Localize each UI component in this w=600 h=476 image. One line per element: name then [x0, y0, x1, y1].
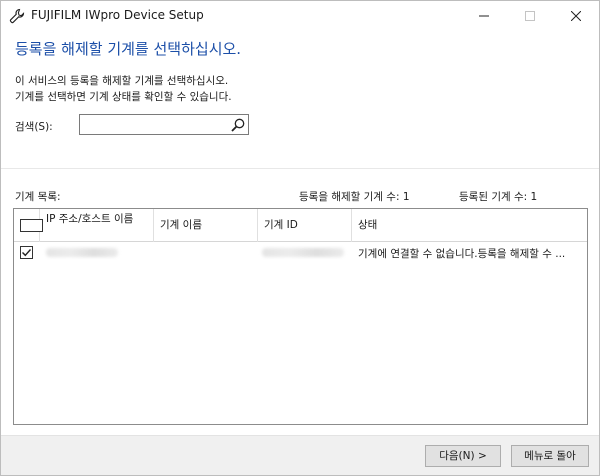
search-label: 검색(S): — [15, 121, 53, 133]
column-status-label: 상태 — [358, 219, 378, 231]
divider — [1, 168, 599, 169]
row-name-cell — [154, 242, 258, 262]
row-checkbox[interactable] — [20, 246, 33, 259]
column-ip-label: IP 주소/호스트 이름 — [46, 213, 134, 225]
page-description: 이 서비스의 등록을 해제할 기계를 선택하십시오. 기계를 선택하면 기계 상… — [15, 73, 232, 105]
machine-table[interactable]: IP 주소/호스트 이름 기계 이름 기계 ID 상태 기계에 연결할 수 없습… — [13, 208, 588, 425]
next-button[interactable]: 다음(N) > — [425, 445, 501, 467]
column-header-ip[interactable]: IP 주소/호스트 이름 — [40, 209, 154, 242]
wrench-icon — [9, 8, 25, 24]
description-line-1: 이 서비스의 등록을 해제할 기계를 선택하십시오. — [15, 75, 229, 87]
title-bar[interactable]: FUJIFILM IWpro Device Setup — [1, 1, 599, 31]
maximize-button[interactable] — [507, 1, 553, 31]
column-name-label: 기계 이름 — [160, 219, 202, 231]
maximize-icon — [525, 11, 535, 21]
checkmark-icon — [22, 249, 32, 257]
close-button[interactable] — [553, 1, 599, 31]
column-header-name[interactable]: 기계 이름 — [154, 209, 258, 242]
search-input[interactable] — [82, 116, 226, 133]
row-status-cell: 기계에 연결할 수 없습니다.등록을 해제할 수 ... — [352, 242, 581, 262]
search-field[interactable] — [79, 114, 249, 135]
column-id-label: 기계 ID — [264, 219, 298, 231]
footer-bar: 다음(N) > 메뉴로 돌아 — [1, 435, 599, 475]
window-title: FUJIFILM IWpro Device Setup — [31, 8, 204, 22]
remove-count-label: 등록을 해제할 기계 수: 1 — [299, 191, 410, 203]
header-select-all[interactable] — [14, 209, 43, 242]
redacted-id — [262, 248, 344, 257]
search-icon[interactable] — [230, 117, 246, 133]
minimize-icon — [479, 15, 489, 17]
back-to-menu-button[interactable]: 메뉴로 돌아 — [511, 445, 589, 467]
page-heading: 등록을 해제할 기계를 선택하십시오. — [15, 40, 242, 58]
description-line-2: 기계를 선택하면 기계 상태를 확인할 수 있습니다. — [15, 91, 232, 103]
column-header-status[interactable]: 상태 — [352, 209, 587, 242]
row-id-cell — [258, 242, 352, 262]
setup-window: FUJIFILM IWpro Device Setup 등록을 해제할 기계를 … — [0, 0, 600, 476]
registered-count-label: 등록된 기계 수: 1 — [459, 191, 538, 203]
table-row[interactable]: 기계에 연결할 수 없습니다.등록을 해제할 수 ... — [14, 242, 587, 262]
row-ip-cell — [40, 242, 154, 262]
table-header: IP 주소/호스트 이름 기계 이름 기계 ID 상태 — [14, 209, 587, 242]
row-status-value: 기계에 연결할 수 없습니다.등록을 해제할 수 ... — [358, 248, 566, 260]
minimize-button[interactable] — [461, 1, 507, 31]
close-icon — [571, 11, 581, 21]
machine-list-label: 기계 목록: — [15, 191, 61, 203]
column-header-id[interactable]: 기계 ID — [258, 209, 352, 242]
redacted-ip — [46, 248, 118, 257]
